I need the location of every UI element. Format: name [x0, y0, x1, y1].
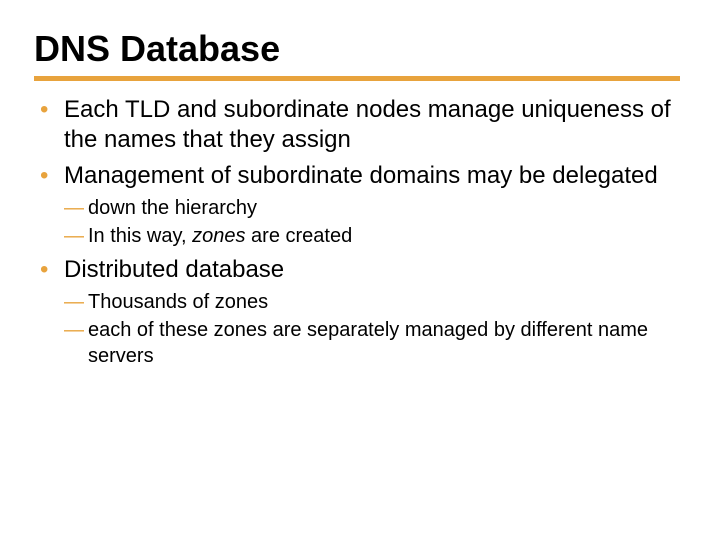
- sub-bullet-list: down the hierarchy In this way, zones ar…: [64, 195, 680, 249]
- sub-bullet-text: Thousands of zones: [88, 291, 268, 313]
- slide: DNS Database Each TLD and subordinate no…: [0, 0, 720, 540]
- sub-bullet-text: down the hierarchy: [88, 197, 257, 219]
- bullet-text: Management of subordinate domains may be…: [64, 162, 658, 189]
- sub-bullet-item: down the hierarchy: [64, 195, 680, 221]
- bullet-list: Each TLD and subordinate nodes manage un…: [34, 95, 680, 369]
- sub-bullet-item: each of these zones are separately manag…: [64, 317, 680, 369]
- sub-bullet-text: In this way,: [88, 225, 192, 247]
- bullet-text: Each TLD and subordinate nodes manage un…: [64, 96, 671, 153]
- sub-bullet-item: In this way, zones are created: [64, 223, 680, 249]
- slide-title: DNS Database: [34, 28, 680, 81]
- sub-bullet-item: Thousands of zones: [64, 289, 680, 315]
- sub-bullet-text-italic: zones: [192, 225, 245, 247]
- bullet-item: Each TLD and subordinate nodes manage un…: [34, 95, 680, 155]
- sub-bullet-list: Thousands of zones each of these zones a…: [64, 289, 680, 369]
- bullet-text: Distributed database: [64, 256, 284, 283]
- sub-bullet-text: are created: [246, 225, 353, 247]
- bullet-item: Distributed database Thousands of zones …: [34, 255, 680, 369]
- sub-bullet-text: each of these zones are separately manag…: [88, 319, 648, 367]
- bullet-item: Management of subordinate domains may be…: [34, 161, 680, 249]
